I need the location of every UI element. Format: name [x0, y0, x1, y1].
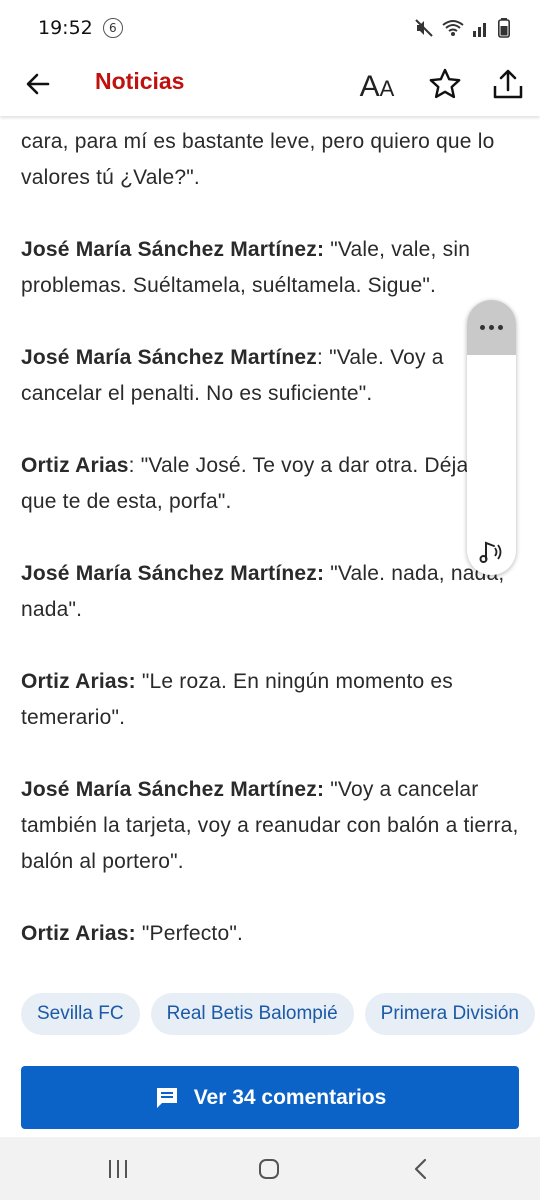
favorite-button[interactable] [426, 65, 464, 103]
recent-apps-button[interactable] [103, 1155, 133, 1183]
more-dots-icon [480, 325, 503, 330]
notification-count-badge: 6 [102, 18, 123, 38]
wifi-icon [442, 20, 464, 36]
share-icon [493, 69, 523, 99]
back-button[interactable] [22, 68, 54, 100]
battery-icon [498, 18, 510, 38]
recent-apps-icon [109, 1160, 127, 1178]
speaker-name: Ortiz Arias: [21, 670, 136, 693]
signal-icon [473, 23, 486, 37]
app-title: Noticias [95, 68, 185, 94]
tag-list: Sevilla FC Real Betis Balompié Primera D… [21, 993, 535, 1035]
system-nav-bar [0, 1137, 540, 1200]
home-button[interactable] [254, 1155, 284, 1183]
tag-chip[interactable]: Sevilla FC [21, 993, 140, 1035]
status-icons [414, 18, 510, 38]
article-paragraph: José María Sánchez Martínez: "Voy a canc… [21, 778, 519, 873]
app-bar: Noticias A A [0, 56, 540, 116]
speaker-name: José María Sánchez Martínez: [21, 778, 325, 801]
article-paragraph: Ortiz Arias: "Perfecto". [21, 922, 244, 945]
article-paragraph: Ortiz Arias: "Vale José. Te voy a dar ot… [21, 454, 498, 513]
status-time: 19:52 [38, 17, 93, 39]
audio-reader-icon[interactable] [477, 537, 507, 567]
mute-icon [415, 19, 433, 37]
status-left: 19:52 6 [38, 17, 123, 39]
article-paragraph: Ortiz Arias: "Le roza. En ningún momento… [21, 670, 453, 729]
speaker-name: José María Sánchez Martínez: [21, 562, 325, 585]
audio-reader-panel[interactable] [467, 300, 516, 575]
speaker-name: Ortiz Arias: [21, 922, 136, 945]
chevron-left-icon [414, 1158, 427, 1180]
font-size-button[interactable]: A A [354, 64, 400, 104]
star-icon [429, 68, 461, 99]
view-comments-label: Ver 34 comentarios [193, 1085, 387, 1109]
article-body: cara, para mí es bastante leve, pero qui… [21, 124, 521, 988]
comment-icon [156, 1087, 177, 1108]
speaker-name: José María Sánchez Martínez: [21, 238, 325, 261]
status-bar: 19:52 6 [0, 0, 540, 56]
tag-chip[interactable]: Primera División [364, 993, 535, 1035]
share-button[interactable] [490, 65, 526, 103]
arrow-left-icon [26, 73, 50, 95]
tag-chip[interactable]: Real Betis Balompié [150, 993, 354, 1035]
article-paragraph: José María Sánchez Martínez: "Vale, vale… [21, 238, 471, 297]
system-back-button[interactable] [406, 1155, 436, 1183]
font-size-small-glyph: A [379, 76, 395, 101]
speaker-name: José María Sánchez Martínez [21, 346, 318, 369]
speaker-name: Ortiz Arias [21, 454, 129, 477]
article-paragraph: cara, para mí es bastante leve, pero qui… [21, 130, 495, 189]
article-paragraph: José María Sánchez Martínez: "Vale. nada… [21, 562, 505, 621]
font-size-big-glyph: A [359, 70, 380, 103]
home-icon [259, 1159, 279, 1179]
article-paragraph: José María Sánchez Martínez: "Vale. Voy … [21, 346, 444, 405]
audio-panel-handle[interactable] [467, 300, 516, 355]
view-comments-button[interactable]: Ver 34 comentarios [21, 1066, 519, 1129]
